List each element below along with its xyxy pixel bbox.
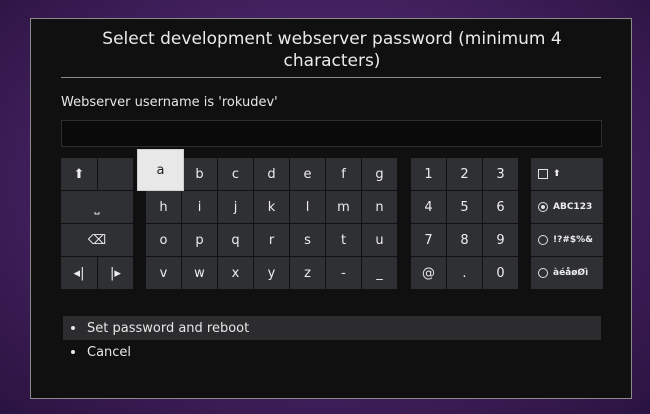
- key-j[interactable]: j: [218, 191, 253, 223]
- key-6[interactable]: 6: [483, 191, 518, 223]
- radio-selected-icon: [538, 202, 548, 212]
- key-s[interactable]: s: [290, 224, 325, 256]
- mode-label: ABC123: [553, 202, 593, 212]
- key-7[interactable]: 7: [411, 224, 446, 256]
- key-z[interactable]: z: [290, 257, 325, 289]
- radio-icon: [538, 268, 548, 278]
- key-e[interactable]: e: [290, 158, 325, 190]
- key-q[interactable]: q: [218, 224, 253, 256]
- key-v[interactable]: v: [146, 257, 181, 289]
- mode-abc123[interactable]: ABC123: [531, 191, 603, 223]
- backspace-key[interactable]: ⌫: [61, 224, 133, 256]
- mode-accents[interactable]: àéåøØì: [531, 257, 603, 289]
- letter-keys: a b c d e f g h i j k l m n o p q r s t u v w x y z - _: [138, 150, 398, 289]
- key-m[interactable]: m: [326, 191, 361, 223]
- key-u[interactable]: u: [362, 224, 397, 256]
- password-input[interactable]: [61, 120, 602, 147]
- key-l[interactable]: l: [290, 191, 325, 223]
- key-x[interactable]: x: [218, 257, 253, 289]
- key-p[interactable]: p: [182, 224, 217, 256]
- dialog-title: Select development webserver password (m…: [102, 29, 562, 71]
- mode-symbols[interactable]: !?#$%&: [531, 224, 603, 256]
- key-c[interactable]: c: [218, 158, 253, 190]
- key-y[interactable]: y: [254, 257, 289, 289]
- backspace-icon: ⌫: [87, 232, 107, 248]
- password-dialog: Select development webserver password (m…: [30, 18, 632, 399]
- key-5[interactable]: 5: [447, 191, 482, 223]
- checkbox-icon: [538, 169, 548, 179]
- key-k[interactable]: k: [254, 191, 289, 223]
- key-4[interactable]: 4: [411, 191, 446, 223]
- caps-lock-key[interactable]: ⬆: [531, 158, 603, 190]
- radio-icon: [538, 235, 548, 245]
- shift-key-right[interactable]: [98, 158, 133, 190]
- mode-label: !?#$%&: [553, 235, 593, 245]
- key-underscore[interactable]: _: [362, 257, 397, 289]
- cursor-left-icon: ◂|: [73, 265, 85, 281]
- cursor-right-icon: |▸: [110, 265, 121, 281]
- mode-label: àéåøØì: [553, 268, 589, 278]
- key-dash[interactable]: -: [326, 257, 361, 289]
- key-o[interactable]: o: [146, 224, 181, 256]
- username-label: Webserver username is 'rokudev': [61, 95, 278, 110]
- cursor-right-key[interactable]: |▸: [98, 257, 133, 289]
- key-9[interactable]: 9: [483, 224, 518, 256]
- space-bar-icon: ⎵: [94, 199, 100, 215]
- key-h[interactable]: h: [146, 191, 181, 223]
- key-1[interactable]: 1: [411, 158, 446, 190]
- menu-item-label: Cancel: [87, 344, 132, 360]
- shift-arrow-icon: ⬆: [73, 166, 85, 182]
- mode-keys: ⬆ ABC123 !?#$%& àéåøØì: [531, 158, 603, 289]
- number-keys: 1 2 3 4 5 6 7 8 9 @. 0: [411, 158, 518, 289]
- key-8[interactable]: 8: [447, 224, 482, 256]
- key-g[interactable]: g: [362, 158, 397, 190]
- key-n[interactable]: n: [362, 191, 397, 223]
- set-password-reboot-option[interactable]: Set password and reboot: [63, 316, 601, 340]
- key-r[interactable]: r: [254, 224, 289, 256]
- key-d[interactable]: d: [254, 158, 289, 190]
- key-3[interactable]: 3: [483, 158, 518, 190]
- cursor-left-key[interactable]: ◂|: [61, 257, 97, 289]
- bullet-icon: [71, 326, 75, 330]
- key-0[interactable]: 0: [483, 257, 518, 289]
- key-f[interactable]: f: [326, 158, 361, 190]
- space-key[interactable]: ⎵: [61, 191, 133, 223]
- bullet-icon: [71, 350, 75, 354]
- shift-arrow-icon: ⬆: [553, 169, 561, 179]
- function-keys: ⬆ ⎵ ⌫ ◂| |▸: [61, 158, 133, 289]
- key-dot[interactable]: .: [447, 257, 482, 289]
- key-a[interactable]: a: [138, 150, 183, 190]
- key-i[interactable]: i: [182, 191, 217, 223]
- key-at[interactable]: @: [411, 257, 446, 289]
- menu-item-label: Set password and reboot: [87, 320, 250, 336]
- key-t[interactable]: t: [326, 224, 361, 256]
- title-divider: [61, 77, 601, 78]
- action-menu: Set password and reboot Cancel: [63, 316, 601, 364]
- key-b[interactable]: b: [182, 158, 217, 190]
- key-2[interactable]: 2: [447, 158, 482, 190]
- shift-key[interactable]: ⬆: [61, 158, 97, 190]
- key-w[interactable]: w: [182, 257, 217, 289]
- cancel-option[interactable]: Cancel: [63, 340, 601, 364]
